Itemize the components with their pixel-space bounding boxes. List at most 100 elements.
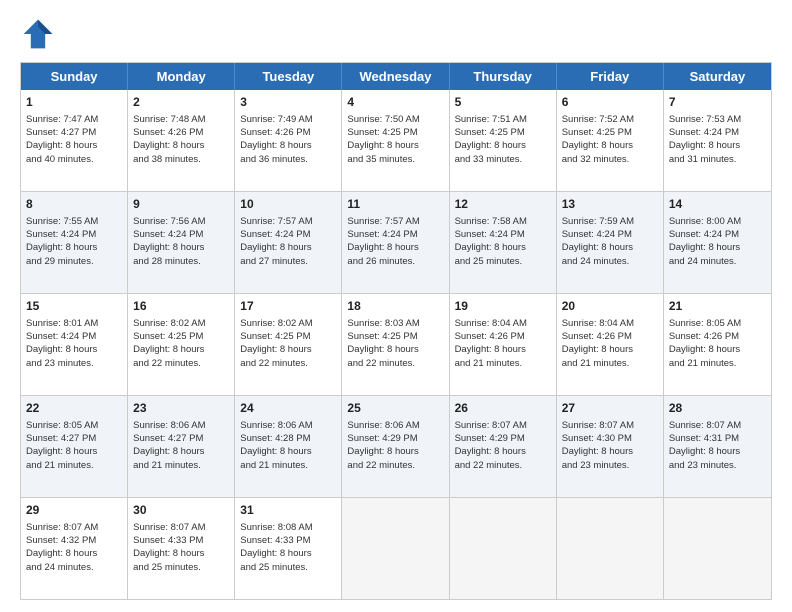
day-number: 15 [26, 298, 122, 315]
day-number: 5 [455, 94, 551, 111]
calendar-day-cell: 7Sunrise: 7:53 AM Sunset: 4:24 PM Daylig… [664, 90, 771, 191]
day-number: 10 [240, 196, 336, 213]
calendar-header-cell: Friday [557, 63, 664, 90]
calendar-day-cell: 13 Sunrise: 7:59 AM Sunset: 4:24 PM Dayli… [557, 192, 664, 293]
day-number: 4 [347, 94, 443, 111]
calendar-header-cell: Saturday [664, 63, 771, 90]
day-info: Sunrise: 8:06 AM Sunset: 4:27 PM Dayligh… [133, 420, 205, 471]
calendar-day-cell: 11 Sunrise: 7:57 AM Sunset: 4:24 PM Dayli… [342, 192, 449, 293]
day-number: 24 [240, 400, 336, 417]
day-info: Sunrise: 8:06 AM Sunset: 4:28 PM Dayligh… [240, 420, 312, 471]
calendar-week-row: 29 Sunrise: 8:07 AM Sunset: 4:32 PM Dayli… [21, 497, 771, 599]
day-info: Sunrise: 8:06 AM Sunset: 4:29 PM Dayligh… [347, 420, 419, 471]
day-info: Sunrise: 8:05 AM Sunset: 4:27 PM Dayligh… [26, 420, 98, 471]
calendar-day-cell: 10 Sunrise: 7:57 AM Sunset: 4:24 PM Dayli… [235, 192, 342, 293]
day-number: 19 [455, 298, 551, 315]
day-info: Sunrise: 7:50 AM Sunset: 4:25 PM Dayligh… [347, 114, 419, 165]
day-info: Sunrise: 7:47 AM Sunset: 4:27 PM Dayligh… [26, 114, 98, 165]
day-info: Sunrise: 8:01 AM Sunset: 4:24 PM Dayligh… [26, 318, 98, 369]
calendar-empty-cell [342, 498, 449, 599]
day-info: Sunrise: 7:59 AM Sunset: 4:24 PM Dayligh… [562, 216, 634, 267]
day-info: Sunrise: 7:52 AM Sunset: 4:25 PM Dayligh… [562, 114, 634, 165]
day-number: 22 [26, 400, 122, 417]
day-info: Sunrise: 8:02 AM Sunset: 4:25 PM Dayligh… [240, 318, 312, 369]
calendar-empty-cell [450, 498, 557, 599]
day-number: 16 [133, 298, 229, 315]
day-info: Sunrise: 8:07 AM Sunset: 4:31 PM Dayligh… [669, 420, 741, 471]
calendar-day-cell: 8 Sunrise: 7:55 AM Sunset: 4:24 PM Daylig… [21, 192, 128, 293]
calendar-day-cell: 28 Sunrise: 8:07 AM Sunset: 4:31 PM Dayli… [664, 396, 771, 497]
calendar-header-cell: Tuesday [235, 63, 342, 90]
calendar-day-cell: 30 Sunrise: 8:07 AM Sunset: 4:33 PM Dayli… [128, 498, 235, 599]
calendar-day-cell: 4 Sunrise: 7:50 AM Sunset: 4:25 PM Daylig… [342, 90, 449, 191]
day-number: 12 [455, 196, 551, 213]
day-info: Sunrise: 8:03 AM Sunset: 4:25 PM Dayligh… [347, 318, 419, 369]
day-info: Sunrise: 8:02 AM Sunset: 4:25 PM Dayligh… [133, 318, 205, 369]
day-number: 11 [347, 196, 443, 213]
day-info: Sunrise: 8:07 AM Sunset: 4:29 PM Dayligh… [455, 420, 527, 471]
calendar-day-cell: 9Sunrise: 7:56 AM Sunset: 4:24 PM Daylig… [128, 192, 235, 293]
calendar-day-cell: 19 Sunrise: 8:04 AM Sunset: 4:26 PM Dayli… [450, 294, 557, 395]
day-number: 1 [26, 94, 122, 111]
calendar-body: 1 Sunrise: 7:47 AM Sunset: 4:27 PM Daylig… [21, 90, 771, 599]
day-number: 26 [455, 400, 551, 417]
day-number: 9 [133, 196, 229, 213]
calendar-day-cell: 22 Sunrise: 8:05 AM Sunset: 4:27 PM Dayli… [21, 396, 128, 497]
calendar-header-cell: Wednesday [342, 63, 449, 90]
day-info: Sunrise: 7:57 AM Sunset: 4:24 PM Dayligh… [240, 216, 312, 267]
header [20, 16, 772, 52]
day-number: 2 [133, 94, 229, 111]
day-info: Sunrise: 8:00 AM Sunset: 4:24 PM Dayligh… [669, 216, 741, 267]
calendar: SundayMondayTuesdayWednesdayThursdayFrid… [20, 62, 772, 600]
day-number: 3 [240, 94, 336, 111]
calendar-header-row: SundayMondayTuesdayWednesdayThursdayFrid… [21, 63, 771, 90]
day-number: 8 [26, 196, 122, 213]
day-info: Sunrise: 8:07 AM Sunset: 4:30 PM Dayligh… [562, 420, 634, 471]
calendar-day-cell: 29 Sunrise: 8:07 AM Sunset: 4:32 PM Dayli… [21, 498, 128, 599]
day-info: Sunrise: 8:04 AM Sunset: 4:26 PM Dayligh… [455, 318, 527, 369]
calendar-day-cell: 5 Sunrise: 7:51 AM Sunset: 4:25 PM Daylig… [450, 90, 557, 191]
page: SundayMondayTuesdayWednesdayThursdayFrid… [0, 0, 792, 612]
calendar-week-row: 1 Sunrise: 7:47 AM Sunset: 4:27 PM Daylig… [21, 90, 771, 191]
calendar-day-cell: 6Sunrise: 7:52 AM Sunset: 4:25 PM Daylig… [557, 90, 664, 191]
calendar-empty-cell [664, 498, 771, 599]
logo [20, 16, 62, 52]
day-info: Sunrise: 8:07 AM Sunset: 4:32 PM Dayligh… [26, 522, 98, 573]
calendar-day-cell: 1 Sunrise: 7:47 AM Sunset: 4:27 PM Daylig… [21, 90, 128, 191]
day-number: 30 [133, 502, 229, 519]
day-number: 23 [133, 400, 229, 417]
day-number: 17 [240, 298, 336, 315]
calendar-day-cell: 21Sunrise: 8:05 AM Sunset: 4:26 PM Dayli… [664, 294, 771, 395]
calendar-day-cell: 31Sunrise: 8:08 AM Sunset: 4:33 PM Dayli… [235, 498, 342, 599]
calendar-day-cell: 14 Sunrise: 8:00 AM Sunset: 4:24 PM Dayli… [664, 192, 771, 293]
day-number: 27 [562, 400, 658, 417]
calendar-day-cell: 20 Sunrise: 8:04 AM Sunset: 4:26 PM Dayli… [557, 294, 664, 395]
day-info: Sunrise: 7:55 AM Sunset: 4:24 PM Dayligh… [26, 216, 98, 267]
day-number: 29 [26, 502, 122, 519]
calendar-day-cell: 15 Sunrise: 8:01 AM Sunset: 4:24 PM Dayli… [21, 294, 128, 395]
day-info: Sunrise: 7:53 AM Sunset: 4:24 PM Dayligh… [669, 114, 741, 165]
calendar-day-cell: 17 Sunrise: 8:02 AM Sunset: 4:25 PM Dayli… [235, 294, 342, 395]
day-number: 14 [669, 196, 766, 213]
day-number: 20 [562, 298, 658, 315]
calendar-day-cell: 23 Sunrise: 8:06 AM Sunset: 4:27 PM Dayli… [128, 396, 235, 497]
calendar-day-cell: 25Sunrise: 8:06 AM Sunset: 4:29 PM Dayli… [342, 396, 449, 497]
calendar-week-row: 15 Sunrise: 8:01 AM Sunset: 4:24 PM Dayli… [21, 293, 771, 395]
day-info: Sunrise: 7:48 AM Sunset: 4:26 PM Dayligh… [133, 114, 205, 165]
day-info: Sunrise: 8:04 AM Sunset: 4:26 PM Dayligh… [562, 318, 634, 369]
calendar-week-row: 8 Sunrise: 7:55 AM Sunset: 4:24 PM Daylig… [21, 191, 771, 293]
day-number: 21 [669, 298, 766, 315]
calendar-empty-cell [557, 498, 664, 599]
calendar-day-cell: 26 Sunrise: 8:07 AM Sunset: 4:29 PM Dayli… [450, 396, 557, 497]
calendar-header-cell: Monday [128, 63, 235, 90]
day-info: Sunrise: 7:49 AM Sunset: 4:26 PM Dayligh… [240, 114, 312, 165]
day-info: Sunrise: 8:08 AM Sunset: 4:33 PM Dayligh… [240, 522, 312, 573]
day-info: Sunrise: 8:07 AM Sunset: 4:33 PM Dayligh… [133, 522, 205, 573]
day-number: 13 [562, 196, 658, 213]
day-info: Sunrise: 7:57 AM Sunset: 4:24 PM Dayligh… [347, 216, 419, 267]
calendar-week-row: 22 Sunrise: 8:05 AM Sunset: 4:27 PM Dayli… [21, 395, 771, 497]
calendar-day-cell: 3 Sunrise: 7:49 AM Sunset: 4:26 PM Daylig… [235, 90, 342, 191]
day-info: Sunrise: 7:51 AM Sunset: 4:25 PM Dayligh… [455, 114, 527, 165]
calendar-day-cell: 24 Sunrise: 8:06 AM Sunset: 4:28 PM Dayli… [235, 396, 342, 497]
day-number: 28 [669, 400, 766, 417]
